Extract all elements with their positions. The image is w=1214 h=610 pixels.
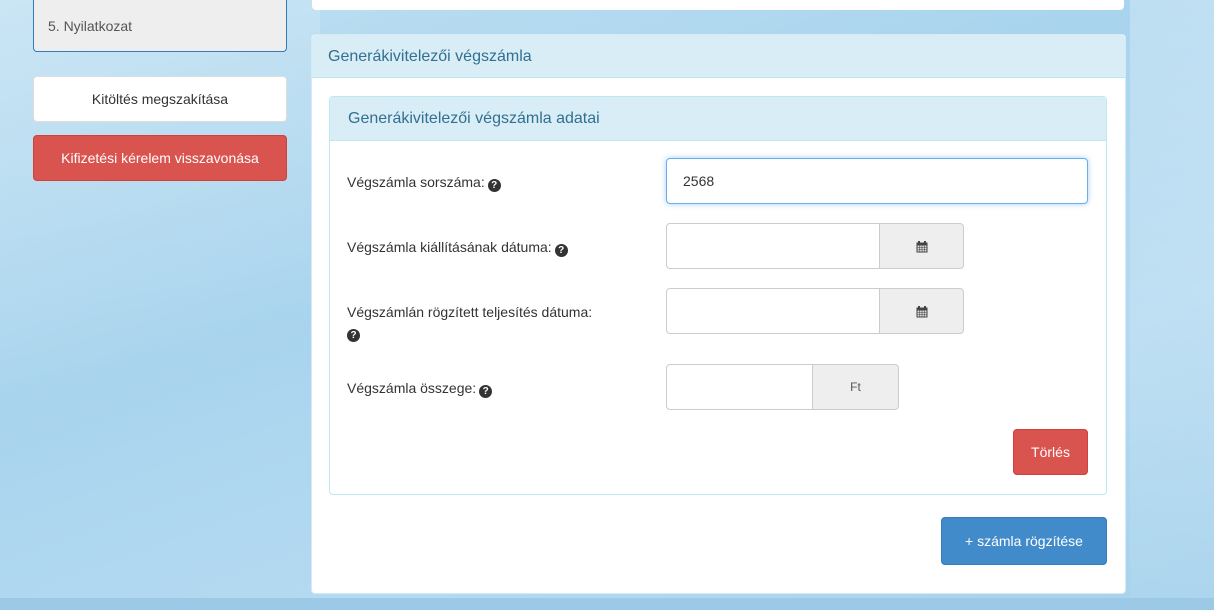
currency-addon: Ft [813, 364, 899, 410]
question-circle-icon[interactable]: ? [479, 385, 493, 398]
amount-input[interactable] [666, 364, 813, 410]
invoice-panel: Generákivitelezői végszámla Generákivite… [311, 34, 1126, 594]
sidebar-step-label: 5. Nyilatkozat [48, 18, 133, 34]
invoice-details-panel: Generákivitelezői végszámla adatai Végsz… [329, 96, 1107, 495]
previous-panel-bottom [312, 0, 1124, 10]
calendar-icon [916, 305, 927, 318]
invoice-number-input[interactable]: 2568 [666, 158, 1088, 204]
question-circle-icon[interactable]: ? [554, 244, 568, 257]
completion-date-label: Végszámlán rögzített teljesítés dátuma:? [347, 304, 593, 342]
calendar-icon [916, 240, 927, 253]
add-invoice-button[interactable]: + számla rögzítése [941, 517, 1107, 565]
invoice-number-label: Végszámla sorszáma:? [347, 172, 501, 192]
abort-filling-button[interactable]: Kitöltés megszakítása [33, 76, 287, 122]
issue-date-calendar-button[interactable] [880, 223, 964, 269]
withdraw-request-button[interactable]: Kifizetési kérelem visszavonása [33, 135, 287, 181]
question-circle-icon[interactable]: ? [347, 329, 360, 342]
completion-date-calendar-button[interactable] [880, 288, 964, 334]
issue-date-label: Végszámla kiállításának dátuma:? [347, 237, 568, 257]
page-bottom-strip [0, 598, 1214, 610]
background-decoration-right [1130, 0, 1214, 610]
amount-label: Végszámla összege:? [347, 378, 493, 398]
invoice-details-title: Generákivitelezői végszámla adatai [330, 97, 1106, 141]
sidebar-step-nyilatkozat[interactable]: 5. Nyilatkozat [33, 0, 287, 52]
question-circle-icon[interactable]: ? [487, 179, 501, 192]
delete-button[interactable]: Törlés [1013, 429, 1088, 475]
invoice-panel-title: Generákivitelezői végszámla [312, 35, 1125, 78]
completion-date-input[interactable] [666, 288, 880, 334]
issue-date-input[interactable] [666, 223, 880, 269]
